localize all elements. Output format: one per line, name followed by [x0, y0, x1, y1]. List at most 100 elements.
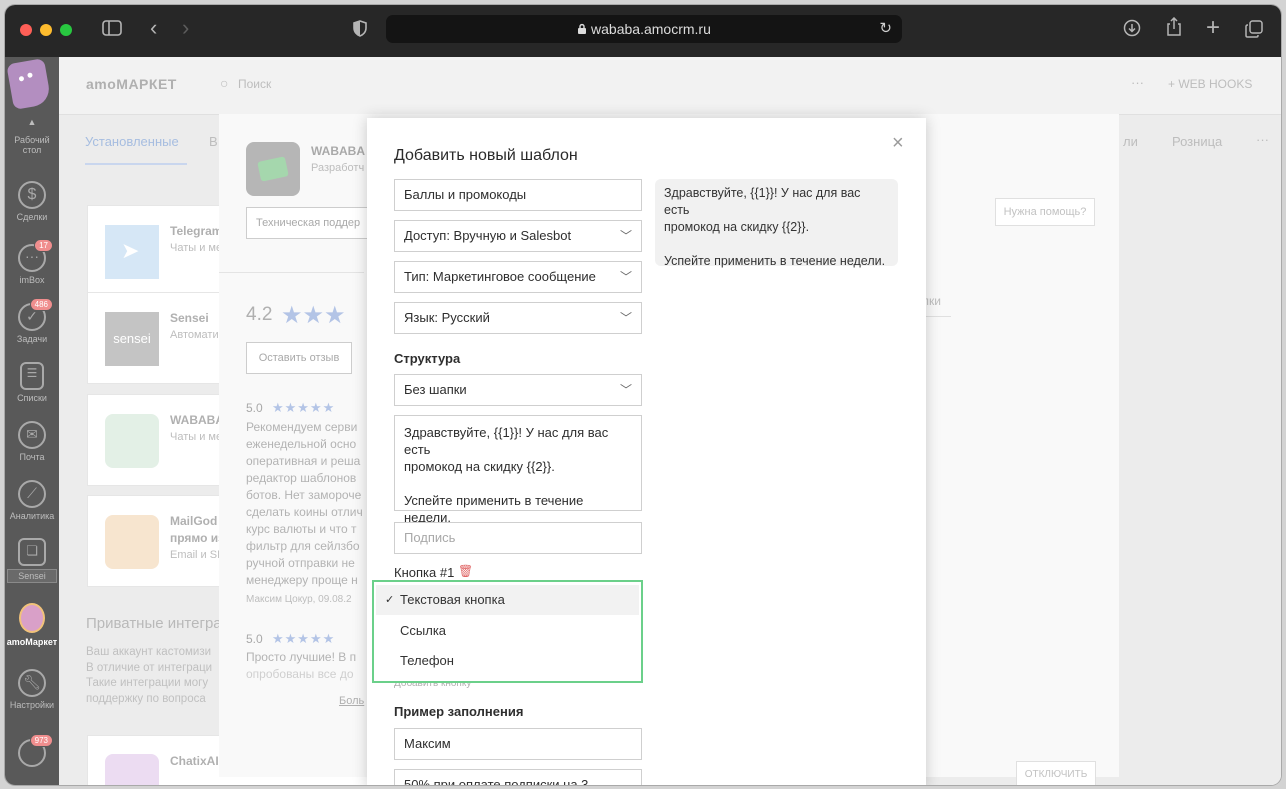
body-line: промокод на скидку {{2}}. — [404, 459, 555, 474]
tab-more[interactable]: ··· — [1256, 132, 1269, 147]
rating-stars-icon: ★★★ — [281, 302, 346, 329]
app-card-title: WABABA — [170, 413, 224, 427]
example-input-1[interactable]: Максим — [394, 728, 642, 760]
more-menu-button[interactable]: ··· — [1131, 75, 1144, 90]
sensei-icon: ❏ — [18, 538, 46, 566]
amocrm-logo[interactable] — [6, 58, 52, 110]
reload-icon[interactable]: ↻ — [879, 15, 892, 43]
button-type-dropdown: ✓ Текстовая кнопка Ссылка Телефон — [372, 580, 643, 683]
language-select[interactable]: Язык: Русский ﹀ — [394, 302, 642, 334]
review-text: Рекомендуем серви еженедельной осно опер… — [246, 420, 363, 587]
support-button[interactable]: Техническая поддер — [246, 207, 386, 239]
zoom-window-button[interactable] — [60, 24, 72, 36]
search-input[interactable]: Поиск — [238, 77, 271, 91]
more-reviews-link[interactable]: Боль — [339, 695, 364, 707]
sidebar-item-lists[interactable]: ☰ Списки — [5, 362, 59, 403]
sidebar-item-imbox[interactable]: ··· 17 imBox — [5, 239, 59, 285]
sidebar-item-label: Рабочий стол — [14, 135, 50, 155]
sidebar-item-label: imBox — [19, 275, 45, 285]
review-stars-icon: ★★★★★ — [272, 400, 336, 415]
mailgod-logo — [105, 515, 159, 569]
sidebar-item-label: Sensei — [7, 569, 57, 583]
tab-retail[interactable]: Розница — [1172, 134, 1222, 149]
type-select[interactable]: Тип: Маркетинговое сообщение ﹀ — [394, 261, 642, 293]
sidebar-item-dashboard[interactable]: ▲ Рабочий стол — [5, 117, 59, 155]
app-card-subtitle: Email и SM — [170, 549, 227, 561]
review-score: 5.0 — [246, 401, 263, 415]
dropdown-option-link[interactable]: Ссылка — [376, 616, 639, 646]
browser-window: ‹ › wababa.amocrm.ru ↻ + ▲ Рабочий стол … — [5, 5, 1281, 785]
disable-button[interactable]: ОТКЛЮЧИТЬ — [1016, 761, 1096, 785]
trash-icon[interactable]: 🗑︎ — [458, 564, 473, 578]
market-topnav: amoМАРКЕТ ○ Поиск ··· + WEB HOOKS — [59, 57, 1281, 115]
tab-b[interactable]: В — [209, 134, 218, 149]
template-name-input[interactable]: Баллы и промокоды — [394, 179, 642, 211]
example-value: 50% при оплате подписки на 3 месяца — [404, 777, 589, 785]
tab-installed[interactable]: Установленные — [85, 134, 179, 149]
sidebar-item-amomarket[interactable]: amoМаркет — [5, 603, 59, 647]
dropdown-option-text-button[interactable]: ✓ Текстовая кнопка — [376, 585, 639, 615]
sidebar-item-analytics[interactable]: ⟋ Аналитика — [5, 480, 59, 521]
back-icon[interactable]: ‹ — [150, 17, 157, 39]
leave-review-button[interactable]: Оставить отзыв — [246, 342, 352, 374]
close-icon[interactable]: × — [892, 132, 904, 155]
webhooks-button[interactable]: + WEB HOOKS — [1168, 77, 1252, 91]
bell-icon: 973 — [18, 734, 53, 767]
body-line: Здравствуйте, {{1}}! У нас для вас есть — [404, 425, 609, 457]
app-developer: Разработч — [311, 162, 365, 174]
sidebar-item-mail[interactable]: ✉ Почта — [5, 421, 59, 462]
app-card-subtitle: Автомати — [170, 329, 219, 341]
list-icon: ☰ — [20, 362, 44, 390]
divider — [219, 272, 364, 273]
header-value: Без шапки — [404, 382, 467, 397]
button-1-label: Кнопка #1 — [394, 565, 455, 580]
sidebar-item-tasks[interactable]: ✓ 486 Задачи — [5, 298, 59, 344]
telegram-logo: ➤ — [105, 225, 159, 279]
message-preview: Здравствуйте, {{1}}! У нас для вас есть … — [655, 179, 898, 268]
app-card-subtitle: Чаты и ме — [170, 242, 223, 254]
shield-icon[interactable] — [353, 20, 367, 42]
private-text: Ваш аккаунт кастомизи В отличие от интег… — [86, 646, 213, 705]
signature-placeholder: Подпись — [404, 530, 456, 545]
app-card-subtitle: Чаты и ме — [170, 431, 223, 443]
app-card-title: ChatixAI — [170, 754, 219, 768]
header-select[interactable]: Без шапки ﹀ — [394, 374, 642, 406]
access-value: Доступ: Вручную и Salesbot — [404, 228, 572, 243]
search-icon[interactable]: ○ — [220, 75, 228, 91]
address-bar[interactable]: wababa.amocrm.ru ↻ — [386, 15, 902, 43]
app-card-title: MailGod | — [170, 514, 225, 528]
example-input-2[interactable]: 50% при оплате подписки на 3 месяца — [394, 769, 642, 785]
help-button[interactable]: Нужна помощь? — [995, 198, 1095, 226]
dropdown-option-label: Ссылка — [400, 623, 447, 638]
new-tab-icon[interactable]: + — [1206, 16, 1220, 40]
envelope-icon: ✉ — [18, 421, 46, 449]
tab-partial[interactable]: ли — [1123, 134, 1138, 149]
dropdown-option-label: Телефон — [400, 653, 454, 668]
checkmark-icon: ✓ 486 — [18, 298, 53, 331]
dropdown-option-phone[interactable]: Телефон — [376, 646, 639, 676]
close-window-button[interactable] — [20, 24, 32, 36]
template-name-value: Баллы и промокоды — [404, 187, 527, 202]
sidebar-item-label: Списки — [17, 393, 47, 403]
body-textarea[interactable]: Здравствуйте, {{1}}! У нас для вас есть … — [394, 415, 642, 525]
access-select[interactable]: Доступ: Вручную и Salesbot ﹀ — [394, 220, 642, 252]
share-icon[interactable] — [1166, 16, 1182, 42]
lock-icon — [577, 21, 591, 37]
sidebar-item-settings[interactable]: 🔧︎ Настройки — [5, 669, 59, 710]
browser-titlebar: ‹ › wababa.amocrm.ru ↻ + — [5, 5, 1281, 57]
sidebar-item-notifications[interactable]: 973 — [5, 734, 59, 770]
forward-icon[interactable]: › — [182, 17, 189, 39]
language-value: Язык: Русский — [404, 310, 490, 325]
sidebar-item-sensei[interactable]: ❏ Sensei — [5, 538, 59, 583]
signature-input[interactable]: Подпись — [394, 522, 642, 554]
app-card-title: Sensei — [170, 311, 209, 325]
wababa-app-logo — [246, 142, 300, 196]
example-value: Максим — [404, 736, 451, 751]
tabs-overview-icon[interactable] — [1245, 20, 1263, 43]
sidebar-item-deals[interactable]: $ Сделки — [5, 181, 59, 222]
download-icon[interactable] — [1123, 19, 1141, 42]
minimize-window-button[interactable] — [40, 24, 52, 36]
sidebar-toggle-icon[interactable] — [102, 20, 122, 41]
app-name: WABABA — [311, 144, 365, 158]
sidebar-item-label: Настройки — [9, 700, 55, 710]
